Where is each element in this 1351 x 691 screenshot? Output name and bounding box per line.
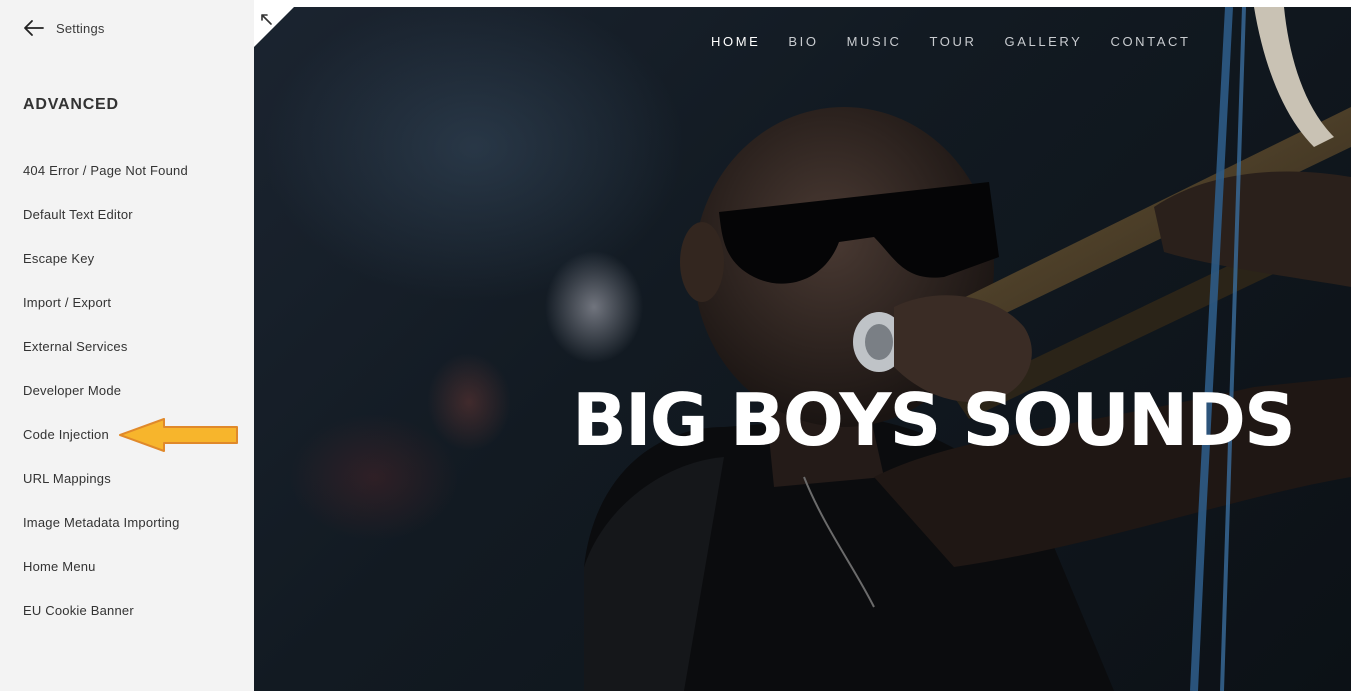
advanced-menu: 404 Error / Page Not Found Default Text … <box>23 160 243 644</box>
menu-item-404-error[interactable]: 404 Error / Page Not Found <box>23 160 243 204</box>
menu-item-default-text-editor[interactable]: Default Text Editor <box>23 204 243 248</box>
expand-arrow-icon[interactable] <box>259 12 273 26</box>
menu-item-eu-cookie-banner[interactable]: EU Cookie Banner <box>23 600 243 644</box>
nav-tour[interactable]: TOUR <box>930 34 977 49</box>
menu-item-escape-key[interactable]: Escape Key <box>23 248 243 292</box>
menu-item-home-menu[interactable]: Home Menu <box>23 556 243 600</box>
menu-item-import-export[interactable]: Import / Export <box>23 292 243 336</box>
arrow-left-icon <box>22 18 44 38</box>
nav-music[interactable]: MUSIC <box>847 34 902 49</box>
menu-item-external-services[interactable]: External Services <box>23 336 243 380</box>
nav-bio[interactable]: BIO <box>788 34 818 49</box>
app-window: Settings ADVANCED 404 Error / Page Not F… <box>0 0 1351 691</box>
site-preview: HOME BIO MUSIC TOUR GALLERY CONTACT BIG … <box>254 7 1351 691</box>
nav-gallery[interactable]: GALLERY <box>1005 34 1083 49</box>
back-label: Settings <box>56 20 105 36</box>
back-to-settings-button[interactable]: Settings <box>22 18 105 38</box>
settings-sidebar: Settings ADVANCED 404 Error / Page Not F… <box>0 0 254 691</box>
hero-background-image <box>584 7 1351 691</box>
nav-home[interactable]: HOME <box>711 34 760 49</box>
menu-item-url-mappings[interactable]: URL Mappings <box>23 468 243 512</box>
menu-item-image-metadata-importing[interactable]: Image Metadata Importing <box>23 512 243 556</box>
hero-title: BIG BOYS SOUNDS <box>572 378 1296 462</box>
section-title: ADVANCED <box>23 96 119 113</box>
highlight-arrow-icon <box>119 418 238 452</box>
nav-contact[interactable]: CONTACT <box>1110 34 1190 49</box>
site-nav: HOME BIO MUSIC TOUR GALLERY CONTACT <box>711 34 1219 49</box>
